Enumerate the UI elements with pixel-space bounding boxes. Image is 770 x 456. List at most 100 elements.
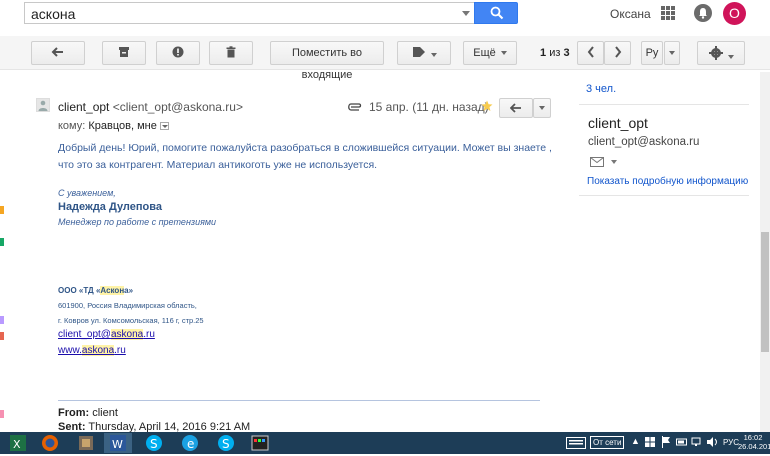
search-highlight: Аскон	[100, 286, 125, 295]
apps-grid-icon[interactable]	[661, 6, 675, 20]
windows-flag-icon[interactable]	[645, 437, 655, 447]
input-language-dropdown[interactable]	[664, 41, 680, 65]
volume-icon[interactable]	[706, 436, 718, 448]
quoted-sent: Sent: Thursday, April 14, 2016 9:21 AM	[58, 421, 250, 432]
chevron-left-icon	[587, 46, 594, 58]
avatar[interactable]: O	[723, 2, 746, 25]
search-box[interactable]	[24, 2, 474, 24]
taskbar-app[interactable]	[72, 433, 100, 453]
newer-button[interactable]	[577, 41, 604, 65]
quoted-sent-value: Thursday, April 14, 2016 9:21 AM	[85, 421, 251, 432]
svg-text:e: e	[187, 437, 194, 451]
svg-text:S: S	[222, 437, 230, 451]
battery-icon[interactable]	[676, 436, 688, 448]
archive-icon	[119, 47, 129, 57]
body-line: что это за контрагент. Материал антикого…	[58, 159, 378, 171]
back-button[interactable]	[31, 41, 85, 65]
taskbar-excel[interactable]: X	[4, 433, 32, 453]
mail-envelope-icon[interactable]	[590, 157, 604, 167]
search-options-caret-icon[interactable]	[462, 11, 470, 16]
company-name-part: а»	[124, 286, 134, 295]
trash-icon	[226, 46, 236, 58]
app-icon	[79, 436, 93, 450]
input-language-indicator[interactable]: РУС	[723, 438, 739, 447]
internet-explorer-icon: e	[182, 435, 198, 451]
label-tag-icon	[412, 47, 425, 57]
search-input[interactable]	[31, 5, 451, 23]
label-mark	[0, 316, 4, 324]
reply-icon	[509, 103, 521, 113]
page-of: из	[549, 47, 561, 59]
website-link[interactable]: www.askona.ru	[58, 345, 126, 356]
network-status[interactable]: От сети	[590, 436, 625, 449]
svg-text:S: S	[150, 437, 158, 451]
move-to-inbox-button[interactable]: Поместить во входящие	[270, 41, 384, 81]
chevron-right-icon	[614, 46, 621, 58]
user-name[interactable]: Оксана	[610, 7, 651, 21]
quoted-sent-label: Sent:	[58, 421, 86, 432]
scrollbar-thumb[interactable]	[761, 232, 769, 352]
excel-icon: X	[10, 435, 26, 451]
spam-icon	[172, 46, 184, 58]
archive-button[interactable]	[102, 41, 146, 65]
taskbar-word[interactable]: W	[104, 433, 132, 453]
taskbar-skype[interactable]: S	[140, 433, 168, 453]
keyboard-icon[interactable]	[566, 437, 586, 449]
address-line: 601900, Россия Владимирская область,	[58, 301, 197, 310]
network-icon[interactable]	[691, 436, 703, 448]
quoted-from: From: client	[58, 407, 118, 419]
top-bar: Оксана O	[0, 0, 770, 30]
gear-icon	[708, 46, 723, 60]
labels-button[interactable]	[397, 41, 451, 65]
company-name-part: ООО «ТД «	[58, 286, 101, 295]
email-header: client_opt <client_opt@askona.ru>	[58, 100, 243, 114]
more-label: Ещё	[473, 47, 496, 59]
show-details-link[interactable]: Показать подробную информацию	[587, 176, 748, 187]
reply-button[interactable]	[499, 98, 533, 118]
delete-button[interactable]	[209, 41, 253, 65]
windows-taskbar: X W S e S От сети ▲ РУС 16:02 26.04.201	[0, 432, 770, 454]
flag-icon[interactable]	[661, 436, 671, 448]
taskbar-firefox[interactable]	[36, 433, 64, 453]
skype-icon: S	[146, 435, 162, 451]
settings-button[interactable]	[697, 41, 745, 65]
mail-toolbar: Поместить во входящие Ещё 1 из 3 Ру	[0, 36, 770, 81]
clock[interactable]: 16:02 26.04.2016	[738, 433, 770, 451]
more-button[interactable]: Ещё	[463, 41, 517, 65]
label-mark	[0, 410, 4, 418]
show-details-toggle[interactable]	[159, 122, 169, 131]
taskbar-media[interactable]	[246, 433, 274, 453]
svg-text:X: X	[13, 438, 21, 451]
report-spam-button[interactable]	[156, 41, 200, 65]
page-total: 3	[563, 47, 570, 59]
sender-email[interactable]: <client_opt@askona.ru>	[113, 100, 243, 114]
quoted-from-value: client	[89, 407, 118, 419]
clock-date: 26.04.2016	[738, 442, 770, 451]
clock-time: 16:02	[743, 433, 763, 442]
body-line: Добрый день! Юрий, помогите пожалуйста р…	[58, 142, 552, 154]
search-highlight: askona	[81, 345, 115, 356]
notifications-bell-icon[interactable]	[694, 4, 712, 22]
email-link-part: .ru	[143, 329, 155, 340]
label-mark	[0, 206, 4, 214]
people-count-link[interactable]: 3 чел.	[586, 83, 616, 95]
search-button[interactable]	[474, 2, 518, 24]
email-date: 15 апр. (11 дн. назад)	[369, 100, 489, 114]
sender-name[interactable]: client_opt	[58, 100, 109, 114]
email-link[interactable]: client_opt@askona.ru	[58, 329, 155, 340]
older-button[interactable]	[604, 41, 631, 65]
taskbar-skype-2[interactable]: S	[212, 433, 240, 453]
input-language-button[interactable]: Ру	[641, 41, 663, 65]
arrow-back-icon	[51, 47, 63, 57]
address-line: г. Ковров ул. Комсомольская, 116 г, стр.…	[58, 316, 204, 325]
tray-arrow-up-icon[interactable]: ▲	[631, 436, 640, 446]
contact-menu-caret-icon[interactable]	[611, 160, 617, 164]
quoted-from-label: From:	[58, 407, 90, 419]
taskbar-ie[interactable]: e	[176, 433, 204, 453]
star-icon[interactable]	[481, 100, 493, 112]
contact-name: client_opt	[588, 115, 648, 131]
reply-options-button[interactable]	[533, 98, 551, 118]
label-mark	[0, 332, 4, 340]
email-link-part: client_opt@	[58, 329, 111, 340]
contact-email: client_opt@askona.ru	[588, 136, 700, 148]
